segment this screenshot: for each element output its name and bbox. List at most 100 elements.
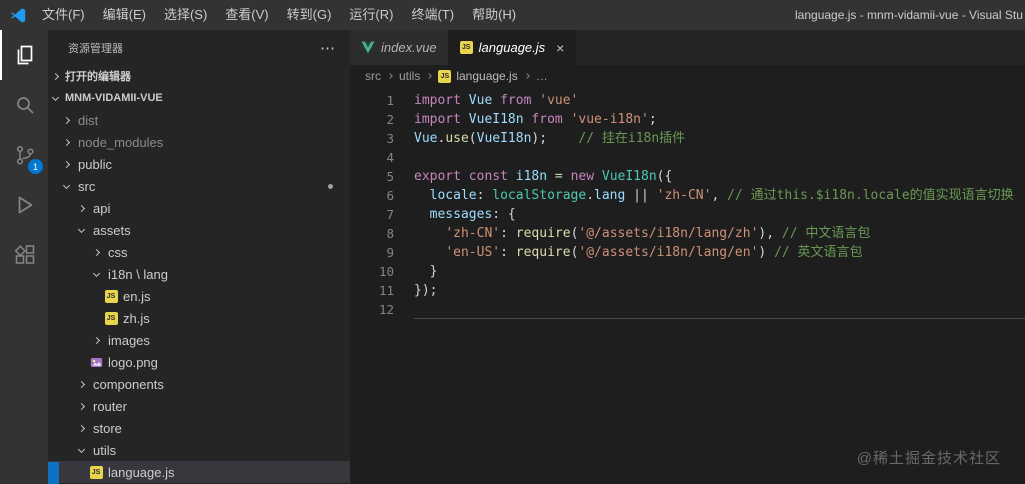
tree-item-label: logo.png: [108, 354, 158, 370]
code-line-content: });: [414, 283, 438, 298]
tree-item-router[interactable]: router: [48, 395, 350, 417]
tree-item-label: api: [93, 200, 111, 216]
tree-item-slot: JS: [103, 311, 119, 325]
line-number: 4: [386, 150, 394, 165]
activity-search-icon[interactable]: [0, 80, 48, 130]
tree-item-css[interactable]: css: [48, 241, 350, 263]
code-line-6[interactable]: 6 locale: localStorage.lang || 'zh-CN', …: [350, 186, 1025, 205]
tree-item-src[interactable]: src: [48, 175, 350, 197]
tree-item-slot: [73, 225, 89, 233]
code-line-7[interactable]: 7 messages: {: [350, 205, 1025, 224]
tab-label: index.vue: [381, 40, 437, 55]
chevron-down-icon: [77, 225, 85, 233]
code-editor[interactable]: 1 import Vue from 'vue' 2 import VueI18n fr…: [350, 87, 1025, 484]
tree-item-dist[interactable]: dist: [48, 109, 350, 131]
menu-go[interactable]: 转到(G): [278, 0, 341, 30]
editor-area: index.vue JS language.js × src utils JS langua…: [350, 30, 1025, 484]
tree-item-label: zh.js: [123, 310, 150, 326]
menu-help[interactable]: 帮助(H): [463, 0, 525, 30]
activity-run-debug-icon[interactable]: [0, 180, 48, 230]
tree-item-slot: [58, 160, 74, 168]
project-root-section[interactable]: MNM-VIDAMII-VUE: [48, 87, 350, 109]
activity-source-control-icon[interactable]: 1: [0, 130, 48, 180]
menu-terminal[interactable]: 终端(T): [402, 0, 463, 30]
line-number: 12: [378, 302, 394, 317]
project-root-label: MNM-VIDAMII-VUE: [65, 92, 163, 104]
code-line-content: import Vue from 'vue': [414, 93, 579, 108]
code-line-content: [414, 300, 1025, 319]
open-editors-section[interactable]: 打开的编辑器: [48, 65, 350, 87]
tree-item-public[interactable]: public: [48, 153, 350, 175]
breadcrumb: src utils JS language.js …: [350, 65, 1025, 87]
tree-item-label: utils: [93, 442, 117, 458]
code-line-10[interactable]: 10 }: [350, 262, 1025, 281]
tree-item-api[interactable]: api: [48, 197, 350, 219]
menu-selection[interactable]: 选择(S): [155, 0, 216, 30]
tab-language-js[interactable]: JS language.js ×: [448, 30, 577, 65]
js-file-icon: JS: [104, 311, 118, 325]
code-line-11[interactable]: 11});: [350, 281, 1025, 300]
code-line-3[interactable]: 3 Vue.use(VueI18n); // 挂在i18n插件: [350, 129, 1025, 148]
menu-run[interactable]: 运行(R): [340, 0, 402, 30]
title-bar: 文件(F) 编辑(E) 选择(S) 查看(V) 转到(G) 运行(R) 终端(T) 帮助(H)…: [0, 0, 1025, 30]
breadcrumb-item-src[interactable]: src: [365, 69, 381, 83]
window-title: language.js - mnm-vidamii-vue - Visual S…: [795, 8, 1023, 22]
chevron-right-icon: [426, 73, 433, 79]
tree-item-label: store: [93, 420, 122, 436]
menu-view[interactable]: 查看(V): [216, 0, 277, 30]
code-line-12[interactable]: 12: [350, 300, 1025, 319]
tree-item-node-modules[interactable]: node_modules: [48, 131, 350, 153]
chevron-right-icon: [77, 204, 85, 212]
tree-item-label: css: [108, 244, 128, 260]
chevron-right-icon: [77, 380, 85, 388]
tree-item-store[interactable]: store: [48, 417, 350, 439]
tree-item-en-js[interactable]: JS en.js: [48, 285, 350, 307]
tree-item-i18n-lang[interactable]: i18n \ lang: [48, 263, 350, 285]
menu-edit[interactable]: 编辑(E): [94, 0, 155, 30]
line-number: 5: [386, 169, 394, 184]
tree-item-logo-png[interactable]: logo.png: [48, 351, 350, 373]
tree-item-utils[interactable]: utils: [48, 439, 350, 461]
breadcrumb-symbol-placeholder[interactable]: …: [536, 69, 548, 83]
tab-index-vue[interactable]: index.vue: [350, 30, 449, 65]
workbench: 1 资源管理器 ⋯ 打开的编辑器 MNM-VIDAMII-VUE dist nod…: [0, 30, 1025, 484]
js-file-icon: JS: [459, 41, 473, 54]
image-file-icon: [90, 357, 102, 367]
menu-file[interactable]: 文件(F): [33, 0, 94, 30]
chevron-right-icon: [92, 248, 100, 256]
line-number: 10: [378, 264, 394, 279]
breadcrumb-file-label: language.js: [456, 69, 518, 83]
code-line-2[interactable]: 2 import VueI18n from 'vue-i18n';: [350, 110, 1025, 129]
tree-item-zh-js[interactable]: JS zh.js: [48, 307, 350, 329]
tree-item-slot: JS: [103, 289, 119, 303]
activity-explorer-icon[interactable]: [0, 30, 48, 80]
tree-item-label: router: [93, 398, 127, 414]
tree-item-label: language.js: [108, 464, 175, 480]
code-line-4[interactable]: 4: [350, 148, 1025, 167]
line-number: 7: [386, 207, 394, 222]
tree-item-slot: [88, 336, 104, 344]
activity-extensions-icon[interactable]: [0, 230, 48, 280]
activity-bar: 1: [0, 30, 48, 484]
code-line-content: 'en-US': require('@/assets/i18n/lang/en'…: [445, 245, 863, 260]
js-file-icon: JS: [104, 289, 118, 303]
code-line-5[interactable]: 5 export const i18n = new VueI18n({: [350, 167, 1025, 186]
tree-item-label: public: [78, 156, 112, 172]
chevron-right-icon: [62, 138, 70, 146]
tree-item-slot: [73, 445, 89, 453]
close-icon[interactable]: ×: [556, 41, 564, 55]
line-number: 11: [378, 283, 394, 298]
code-line-9[interactable]: 9 'en-US': require('@/assets/i18n/lang/e…: [350, 243, 1025, 262]
tree-item-components[interactable]: components: [48, 373, 350, 395]
more-actions-icon[interactable]: ⋯: [320, 39, 336, 57]
breadcrumb-item-utils[interactable]: utils: [399, 69, 420, 83]
chevron-down-icon: [92, 269, 100, 277]
tree-item-images[interactable]: images: [48, 329, 350, 351]
code-line-8[interactable]: 8 'zh-CN': require('@/assets/i18n/lang/z…: [350, 224, 1025, 243]
code-line-1[interactable]: 1 import Vue from 'vue': [350, 91, 1025, 110]
tree-item-language-js[interactable]: JS language.js: [48, 461, 350, 483]
tree-item-assets[interactable]: assets: [48, 219, 350, 241]
breadcrumb-item-language-js[interactable]: JS language.js: [438, 69, 518, 83]
modified-dot: [328, 184, 333, 189]
chevron-down-icon: [77, 445, 85, 453]
